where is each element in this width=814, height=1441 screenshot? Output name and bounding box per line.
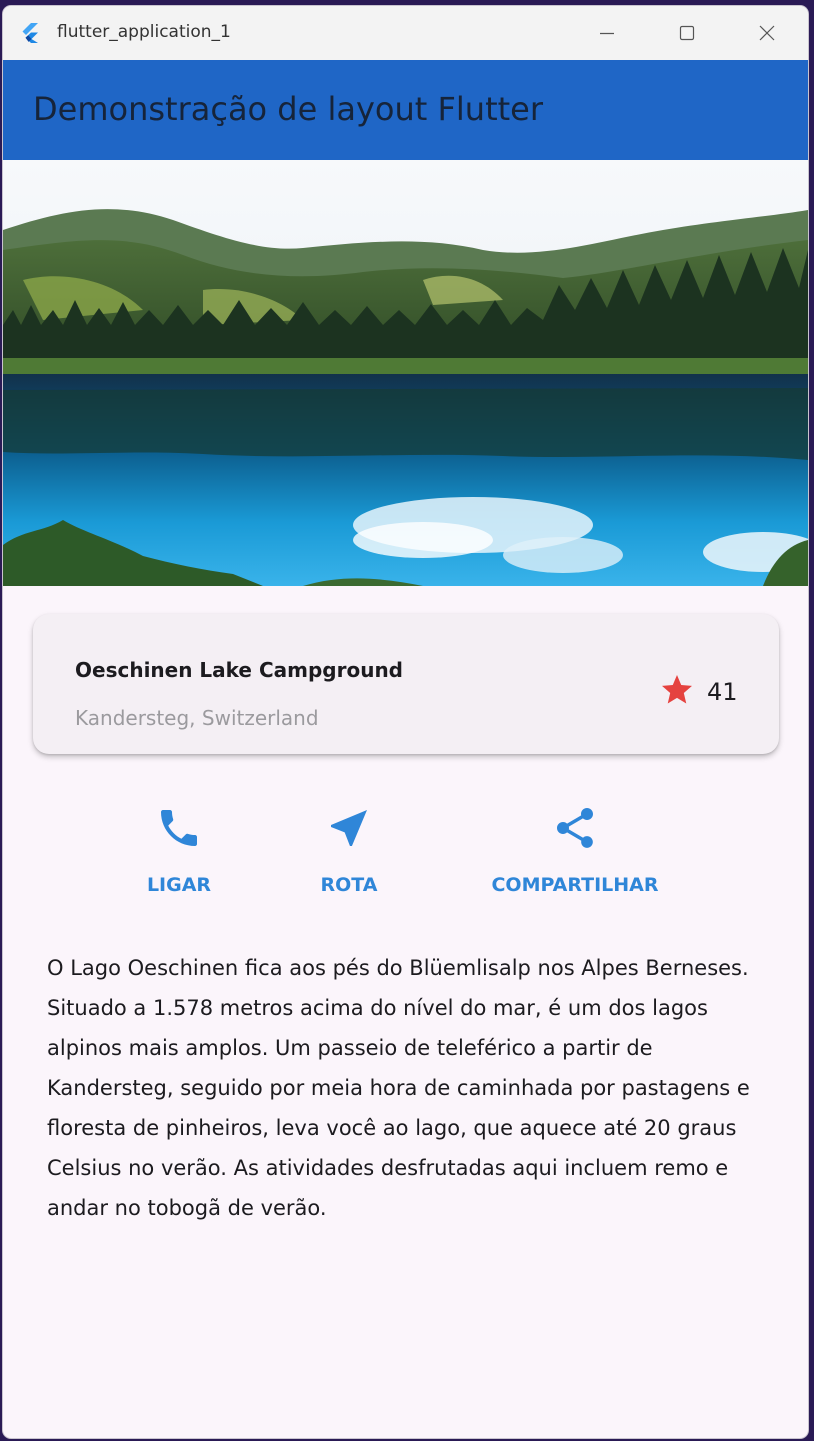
- call-button[interactable]: LIGAR: [129, 794, 229, 904]
- window-title: flutter_application_1: [57, 22, 231, 42]
- location-title: Oeschinen Lake Campground: [75, 658, 403, 682]
- maximize-button[interactable]: [657, 6, 717, 60]
- share-button[interactable]: COMPARTILHAR: [475, 794, 675, 904]
- call-label: LIGAR: [146, 874, 212, 896]
- maximize-icon: [679, 25, 695, 41]
- share-label: COMPARTILHAR: [491, 874, 659, 896]
- hero-image: [3, 160, 808, 586]
- app-window: flutter_application_1 Demonstração de la…: [3, 6, 808, 1438]
- close-button[interactable]: [737, 6, 797, 60]
- flutter-logo-icon: [22, 23, 38, 43]
- route-label: ROTA: [320, 874, 378, 896]
- app-bar: Demonstração de layout Flutter: [3, 60, 808, 160]
- page-title: Demonstração de layout Flutter: [33, 90, 543, 128]
- share-icon: [557, 808, 593, 848]
- location-card: Oeschinen Lake Campground Kandersteg, Sw…: [33, 614, 779, 754]
- close-icon: [759, 25, 775, 41]
- location-subtitle: Kandersteg, Switzerland: [75, 706, 319, 730]
- minimize-button[interactable]: [577, 6, 637, 60]
- rating-count: 41: [707, 678, 738, 706]
- route-button[interactable]: ROTA: [299, 794, 399, 904]
- navigation-arrow-icon: [331, 810, 367, 846]
- title-bar[interactable]: flutter_application_1: [3, 6, 808, 60]
- description-text: O Lago Oeschinen fica aos pés do Blüemli…: [47, 956, 750, 1220]
- minimize-icon: [600, 32, 614, 35]
- star-icon[interactable]: [659, 672, 695, 708]
- phone-icon: [161, 810, 197, 846]
